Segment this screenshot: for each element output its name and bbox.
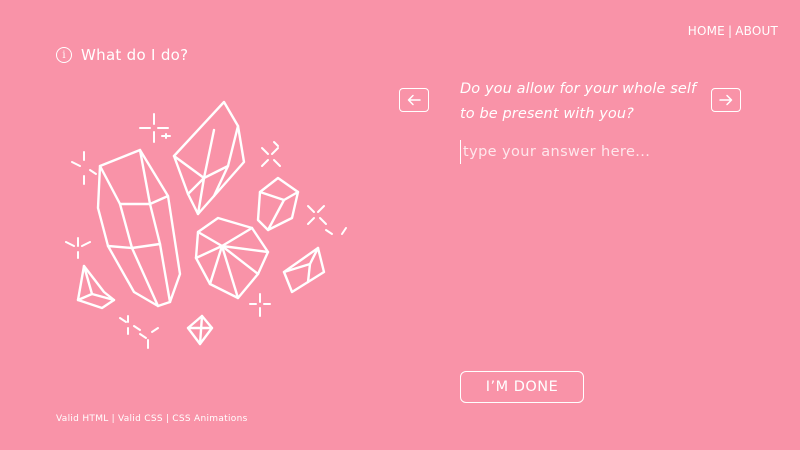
crystal-lower-left — [76, 264, 116, 310]
crystal-right-small — [256, 176, 300, 232]
arrow-right-icon — [719, 94, 733, 106]
help-link[interactable]: i What do I do? — [56, 46, 188, 64]
footer-separator: | — [165, 414, 170, 424]
footer: Valid HTML | Valid CSS | CSS Animations — [56, 414, 248, 424]
footer-link-css-animations[interactable]: CSS Animations — [172, 414, 247, 424]
question-text: Do you allow for your whole self to be p… — [460, 81, 697, 122]
info-icon: i — [56, 47, 72, 63]
nav-separator: | — [727, 24, 733, 38]
help-label: What do I do? — [81, 46, 189, 64]
crystals-illustration — [65, 100, 347, 349]
top-nav: HOME | ABOUT — [688, 24, 778, 38]
answer-input[interactable] — [460, 140, 743, 164]
crystal-right — [282, 246, 326, 294]
arrow-left-icon — [407, 94, 421, 106]
nav-home-link[interactable]: HOME — [688, 24, 725, 38]
previous-question-button[interactable] — [399, 88, 429, 112]
done-button[interactable]: I’M DONE — [460, 371, 584, 403]
footer-link-valid-css[interactable]: Valid CSS — [118, 414, 163, 424]
crystal-large — [96, 148, 182, 308]
nav-about-link[interactable]: ABOUT — [735, 24, 778, 38]
footer-link-valid-html[interactable]: Valid HTML — [56, 414, 109, 424]
crystal-upper — [172, 100, 246, 216]
crystal-small-bottom — [186, 314, 214, 346]
sparkles — [65, 113, 347, 349]
crystal-gem — [194, 216, 270, 300]
footer-separator: | — [111, 414, 115, 424]
next-question-button[interactable] — [711, 88, 741, 112]
